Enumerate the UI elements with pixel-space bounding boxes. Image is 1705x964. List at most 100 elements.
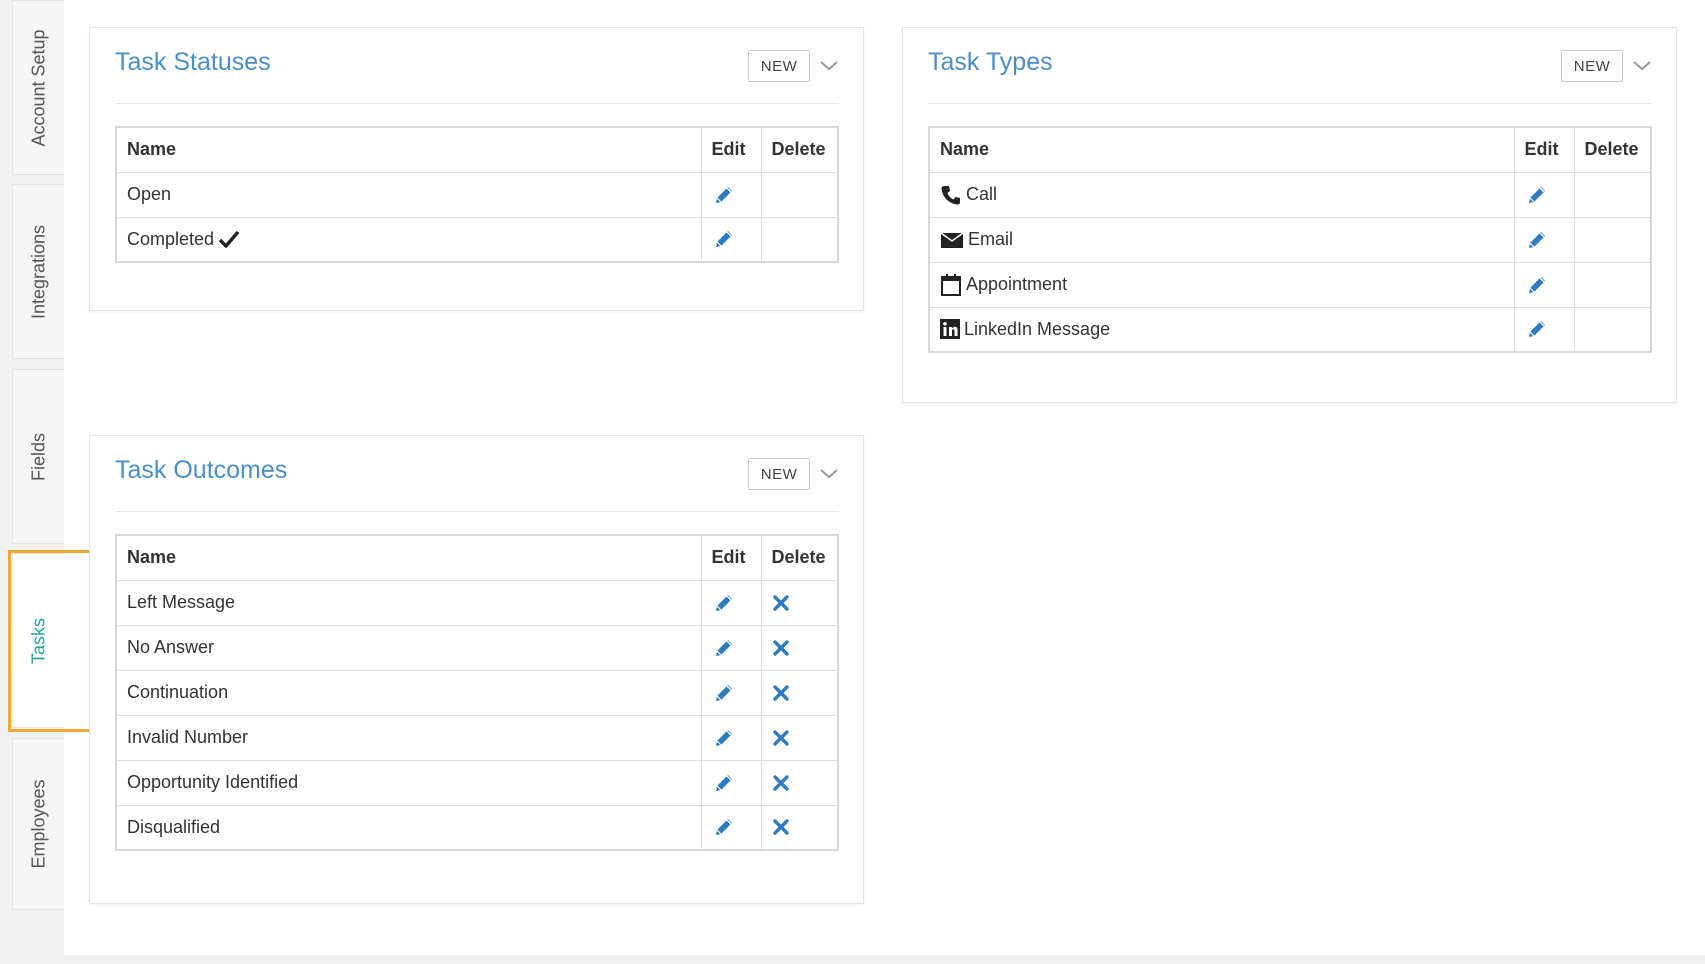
- new-type-button[interactable]: NEW: [1561, 50, 1623, 82]
- row-name: No Answer: [127, 637, 215, 657]
- new-status-button[interactable]: NEW: [748, 50, 810, 82]
- name-cell: Invalid Number: [115, 714, 702, 761]
- close-icon[interactable]: [772, 774, 828, 792]
- close-icon[interactable]: [772, 684, 828, 702]
- edit-cell: [700, 624, 762, 671]
- new-outcome-button[interactable]: NEW: [748, 458, 810, 490]
- edit-cell: [700, 216, 762, 263]
- close-icon[interactable]: [772, 639, 828, 657]
- pencil-icon[interactable]: [712, 726, 751, 750]
- table-row: LinkedIn Message: [928, 306, 1652, 353]
- delete-cell: [760, 714, 839, 761]
- pencil-icon[interactable]: [712, 815, 751, 839]
- close-icon[interactable]: [772, 729, 828, 747]
- edit-cell: [1513, 306, 1575, 353]
- panel-title: Task Types: [928, 48, 1053, 76]
- edit-cell: [1513, 216, 1575, 263]
- delete-cell: [1573, 306, 1652, 353]
- name-cell: Open: [115, 171, 702, 218]
- pencil-icon[interactable]: [712, 183, 751, 207]
- pencil-icon[interactable]: [712, 591, 751, 615]
- table-row: Left Message: [115, 579, 839, 626]
- delete-cell: [760, 579, 839, 626]
- row-name: Opportunity Identified: [127, 772, 299, 792]
- chevron-down-icon[interactable]: [818, 462, 840, 484]
- name-cell: Appointment: [928, 261, 1515, 308]
- delete-cell: [760, 216, 839, 263]
- chevron-down-icon[interactable]: [1631, 54, 1653, 76]
- delete-cell: [1573, 216, 1652, 263]
- tab-integrations[interactable]: Integrations: [12, 184, 64, 359]
- row-name: Open: [127, 184, 172, 204]
- name-cell: Disqualified: [115, 804, 702, 851]
- column-header-delete: Delete: [760, 534, 839, 581]
- task-outcomes-panel: Task Outcomes NEW Name Edit Delete Left …: [89, 435, 864, 904]
- column-header-delete: Delete: [760, 126, 839, 173]
- task-statuses-table: Name Edit Delete Open Completed: [115, 126, 839, 263]
- table-row: Continuation: [115, 669, 839, 716]
- column-header-name: Name: [928, 126, 1515, 173]
- row-name: Call: [966, 184, 998, 204]
- pencil-icon[interactable]: [1525, 183, 1564, 207]
- table-row: Opportunity Identified: [115, 759, 839, 806]
- linkedin-icon: [940, 319, 960, 340]
- table-row: Call: [928, 171, 1652, 218]
- task-types-panel: Task Types NEW Name Edit Delete Call Emai…: [902, 27, 1677, 403]
- delete-cell: [1573, 261, 1652, 308]
- delete-cell: [1573, 171, 1652, 218]
- name-cell-content: Completed: [127, 229, 691, 250]
- panel-divider: [115, 103, 839, 104]
- name-cell-content: Disqualified: [127, 817, 691, 838]
- name-cell: No Answer: [115, 624, 702, 671]
- delete-cell: [760, 669, 839, 716]
- pencil-icon[interactable]: [1525, 228, 1564, 252]
- pencil-icon[interactable]: [712, 771, 751, 795]
- name-cell: Call: [928, 171, 1515, 218]
- row-name: LinkedIn Message: [964, 318, 1111, 339]
- name-cell-content: Email: [940, 229, 1504, 250]
- envelope-icon: [940, 231, 964, 249]
- column-header-name: Name: [115, 534, 702, 581]
- table-row: No Answer: [115, 624, 839, 671]
- panel-divider: [928, 103, 1652, 104]
- table-row: Open: [115, 171, 839, 218]
- close-icon[interactable]: [772, 594, 828, 612]
- tab-label: Account Setup: [28, 28, 48, 147]
- tab-employees[interactable]: Employees: [12, 738, 64, 910]
- delete-cell: [760, 171, 839, 218]
- edit-cell: [700, 804, 762, 851]
- pencil-icon[interactable]: [1525, 273, 1564, 297]
- row-name: Left Message: [127, 592, 236, 612]
- name-cell-content: Invalid Number: [127, 727, 691, 748]
- tab-account-setup[interactable]: Account Setup: [12, 0, 64, 175]
- pencil-icon[interactable]: [712, 681, 751, 705]
- delete-cell: [760, 804, 839, 851]
- name-cell: Opportunity Identified: [115, 759, 702, 806]
- edit-cell: [1513, 261, 1575, 308]
- tab-fields[interactable]: Fields: [12, 369, 64, 544]
- pencil-icon[interactable]: [712, 227, 751, 251]
- tab-highlight-outline: [8, 550, 100, 732]
- close-icon[interactable]: [772, 818, 828, 836]
- name-cell: Completed: [115, 216, 702, 263]
- edit-cell: [700, 669, 762, 716]
- calendar-icon: [940, 273, 962, 297]
- name-cell: Email: [928, 216, 1515, 263]
- name-cell-content: No Answer: [127, 637, 691, 658]
- pencil-icon[interactable]: [1525, 317, 1564, 341]
- edit-cell: [700, 714, 762, 761]
- row-name: Disqualified: [127, 816, 221, 837]
- chevron-down-icon[interactable]: [818, 54, 840, 76]
- tab-label: Integrations: [28, 224, 48, 319]
- column-header-edit: Edit: [1513, 126, 1575, 173]
- delete-cell: [760, 759, 839, 806]
- name-cell-content: Call: [940, 184, 1504, 206]
- delete-cell: [760, 624, 839, 671]
- name-cell: Continuation: [115, 669, 702, 716]
- edit-cell: [700, 759, 762, 806]
- panel-divider: [115, 511, 839, 512]
- pencil-icon[interactable]: [712, 636, 751, 660]
- tab-label: Employees: [28, 779, 48, 869]
- column-header-delete: Delete: [1573, 126, 1652, 173]
- name-cell-content: Continuation: [127, 682, 691, 703]
